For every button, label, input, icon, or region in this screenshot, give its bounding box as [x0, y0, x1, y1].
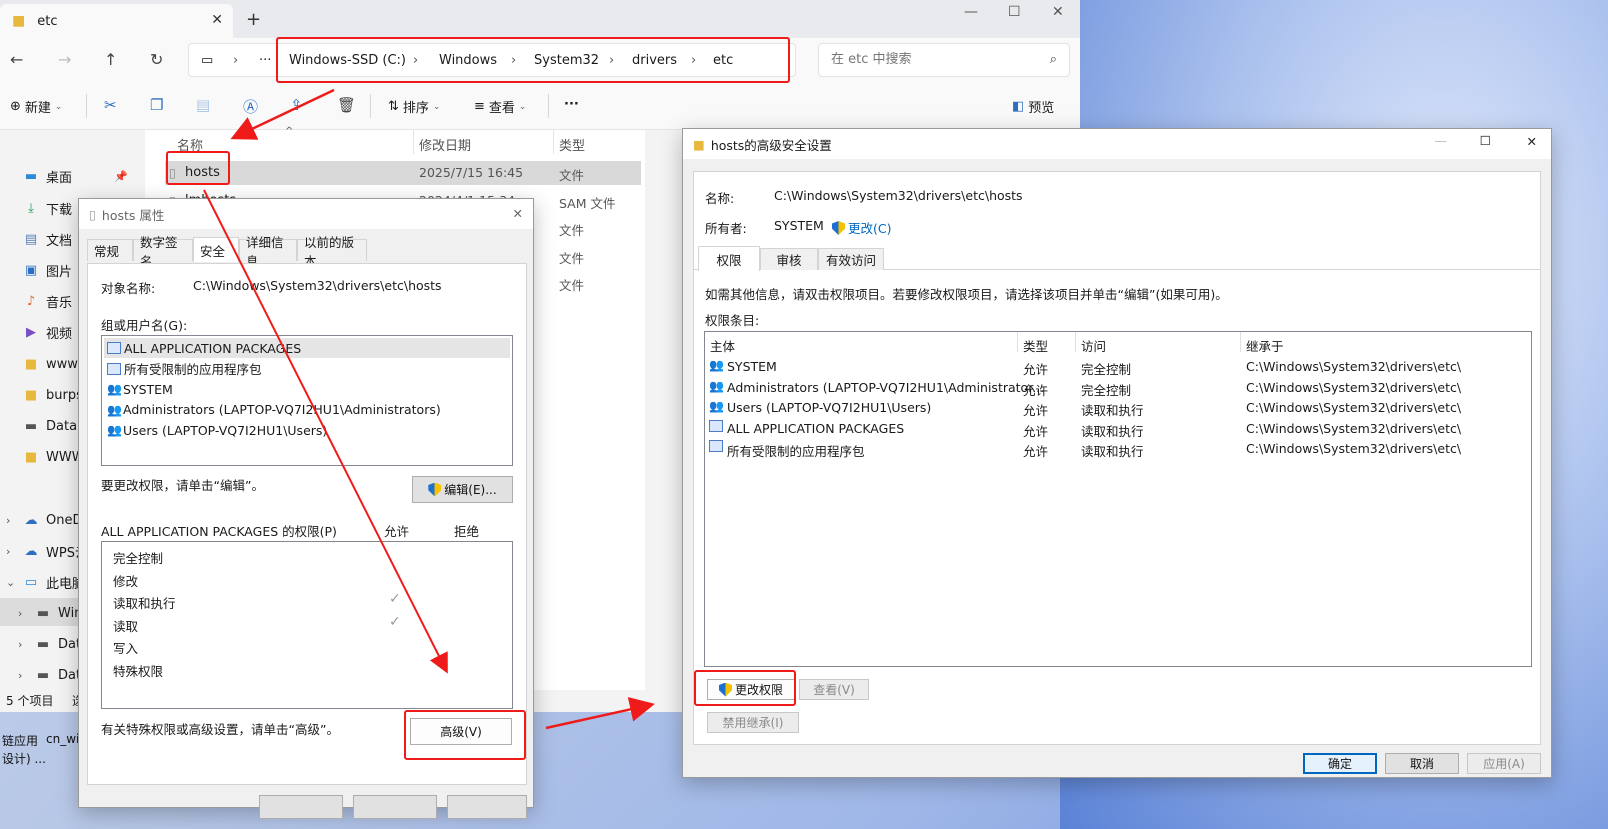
annotation-arrow [203, 189, 448, 674]
annotation-arrows [203, 88, 655, 730]
annotation-arrow [230, 88, 335, 140]
annotation-arrow [545, 697, 655, 730]
